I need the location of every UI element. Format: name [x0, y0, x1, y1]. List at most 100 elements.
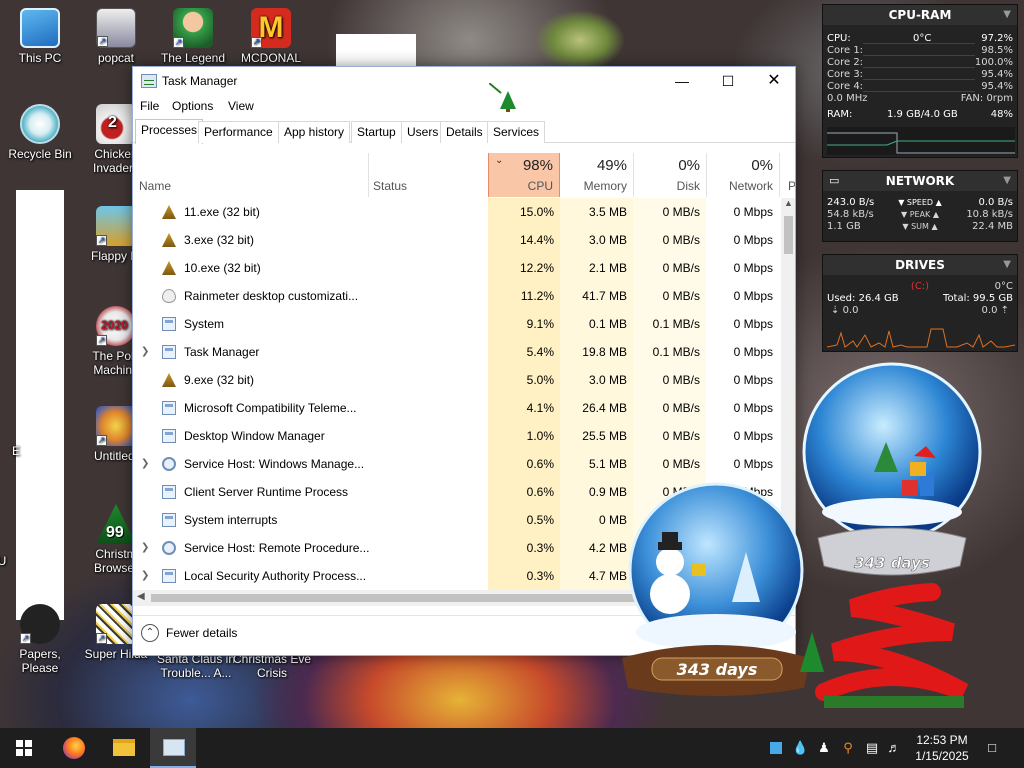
- rainmeter-tray-icon[interactable]: [768, 740, 784, 756]
- scrollbar-thumb[interactable]: [784, 216, 793, 254]
- menu-file[interactable]: File: [140, 99, 159, 113]
- expand-chevron-icon[interactable]: ❯: [141, 346, 149, 357]
- disk-value: 0.1 MB/s: [652, 317, 700, 331]
- chevron-up-icon[interactable]: ⌃: [141, 624, 159, 642]
- expand-chevron-icon[interactable]: ❯: [141, 570, 149, 581]
- tab-services[interactable]: Services: [487, 121, 546, 143]
- process-name: System interrupts: [184, 513, 278, 527]
- windows-logo-icon: [16, 740, 32, 756]
- minimize-button[interactable]: —: [659, 67, 705, 95]
- desktop-icon-the-legend[interactable]: ↗ The Legend: [158, 8, 228, 65]
- expand-chevron-icon[interactable]: ❯: [141, 542, 149, 553]
- scroll-up-icon[interactable]: ▲: [784, 198, 793, 208]
- network-icon[interactable]: ▤: [864, 740, 880, 756]
- close-button[interactable]: ✕: [751, 67, 795, 95]
- disk-value: 0 MB/s: [662, 261, 700, 275]
- network-value: 0 Mbps: [733, 317, 773, 331]
- desktop-icon-christmas-eve-crisis[interactable]: Christmas Eve Crisis: [232, 652, 312, 680]
- raindrop-icon[interactable]: 💧: [792, 740, 808, 756]
- gear-icon: [162, 457, 176, 471]
- tab-users[interactable]: Users: [401, 121, 445, 143]
- people-icon[interactable]: ♟: [816, 740, 832, 756]
- political-machine-icon: 2020 ↗: [96, 306, 136, 346]
- file-explorer-taskbar-button[interactable]: [100, 728, 146, 768]
- untitled-game-icon: ↗: [96, 406, 136, 446]
- desktop-icon-u[interactable]: U: [0, 554, 32, 568]
- notifications-icon[interactable]: □: [982, 740, 1002, 756]
- process-row[interactable]: 11.exe (32 bit) 15.0% 3.5 MB 0 MB/s 0 Mbps: [133, 198, 781, 226]
- process-row[interactable]: Rainmeter desktop customizati... 11.2% 41.…: [133, 282, 781, 310]
- cpu-value: 0.3%: [526, 569, 554, 583]
- start-button[interactable]: [0, 728, 46, 768]
- menu-options[interactable]: Options: [172, 99, 213, 113]
- desktop-icon-santa-claus[interactable]: Santa Claus in Trouble... A...: [152, 652, 240, 680]
- tab-details[interactable]: Details: [440, 121, 489, 143]
- expand-chevron-icon[interactable]: ❯: [141, 458, 149, 469]
- chevron-down-icon[interactable]: ▼: [1003, 171, 1011, 191]
- process-name: 9.exe (32 bit): [184, 373, 255, 387]
- maximize-button[interactable]: ☐: [705, 67, 751, 95]
- search-icon[interactable]: ⚲: [840, 740, 856, 756]
- process-row[interactable]: 9.exe (32 bit) 5.0% 3.0 MB 0 MB/s 0 Mbps: [133, 366, 781, 394]
- process-row[interactable]: Desktop Window Manager 1.0% 25.5 MB 0 MB/s 0…: [133, 422, 781, 450]
- header-cpu[interactable]: ⌄ 98% CPU: [488, 153, 560, 197]
- cpu-value: 1.0%: [526, 429, 554, 443]
- chevron-down-icon[interactable]: ▼: [1003, 5, 1011, 25]
- menu-view[interactable]: View: [228, 99, 254, 113]
- scroll-left-icon[interactable]: ◀: [137, 591, 145, 602]
- desktop-icon-papers-please[interactable]: ↗ Papers, Please: [2, 604, 78, 675]
- white-box: [336, 34, 416, 68]
- process-row[interactable]: Microsoft Compatibility Teleme... 4.1% 26.…: [133, 394, 781, 422]
- desktop-icon-popcat[interactable]: ↗ popcat: [78, 8, 154, 65]
- header-memory[interactable]: 49% Memory: [560, 153, 633, 197]
- process-name: Client Server Runtime Process: [184, 485, 349, 499]
- process-row[interactable]: 3.exe (32 bit) 14.4% 3.0 MB 0 MB/s 0 Mbps: [133, 226, 781, 254]
- process-row[interactable]: ❯ Task Manager 5.4% 19.8 MB 0.1 MB/s 0 Mbps: [133, 338, 781, 366]
- exe-icon: [162, 373, 176, 387]
- firefox-taskbar-button[interactable]: [50, 728, 96, 768]
- process-name: Desktop Window Manager: [184, 429, 325, 443]
- header-status[interactable]: Status: [369, 153, 488, 197]
- network-sum-row: 1.1 GB ▼ SUM ▲ 22.4 MB: [827, 221, 1013, 232]
- tab-processes[interactable]: Processes: [135, 119, 204, 144]
- desktop-icon-this-pc[interactable]: This PC: [2, 8, 78, 65]
- process-row[interactable]: 10.exe (32 bit) 12.2% 2.1 MB 0 MB/s 0 Mbps: [133, 254, 781, 282]
- desktop-icon-e[interactable]: E: [0, 444, 46, 458]
- tab-app-history[interactable]: App history: [278, 121, 351, 143]
- fewer-details-link[interactable]: Fewer details: [166, 626, 237, 640]
- widget-title: DRIVES ▼: [823, 255, 1017, 275]
- network-value: 0 Mbps: [733, 457, 773, 471]
- memory-value: 3.5 MB: [588, 205, 627, 219]
- drives-widget: DRIVES ▼ (C:) 0°C Used: 26.4 GB Total: 9…: [822, 254, 1018, 352]
- process-name: Rainmeter desktop customizati...: [184, 289, 359, 303]
- header-overflow[interactable]: P: [780, 153, 795, 197]
- system-clock[interactable]: 12:53 PM 1/15/2025: [910, 732, 974, 764]
- network-value: 0 Mbps: [733, 205, 773, 219]
- header-name[interactable]: Name: [133, 153, 368, 197]
- chevron-down-icon[interactable]: ▼: [1003, 255, 1011, 275]
- header-network[interactable]: 0% Network: [706, 153, 779, 197]
- memory-value: 26.4 MB: [582, 401, 627, 415]
- system-icon: [162, 513, 176, 527]
- system-icon: [162, 569, 176, 583]
- title-bar[interactable]: Task Manager — ☐ ✕: [133, 67, 795, 95]
- task-manager-icon: [163, 739, 185, 756]
- network-speed-row: 243.0 B/s ▼ SPEED ▲ 0.0 B/s: [827, 197, 1013, 208]
- network-value: 0 Mbps: [733, 261, 773, 275]
- exe-icon: [162, 261, 176, 275]
- process-row[interactable]: ❯ Service Host: Windows Manage... 0.6% 5.1 …: [133, 450, 781, 478]
- desktop-icon-mcdonalds[interactable]: M ↗ MCDONAL: [234, 8, 308, 65]
- task-manager-taskbar-button[interactable]: [150, 728, 196, 768]
- core-row: Core 4: 95.4%: [827, 81, 1013, 92]
- header-disk[interactable]: 0% Disk: [633, 153, 706, 197]
- desktop-icon-recycle-bin[interactable]: Recycle Bin: [2, 104, 78, 161]
- network-value: 0 Mbps: [733, 429, 773, 443]
- window-title: Task Manager: [162, 74, 238, 88]
- tab-performance[interactable]: Performance: [198, 121, 279, 143]
- volume-icon[interactable]: ♬: [886, 740, 902, 756]
- disk-value: 0 MB/s: [662, 429, 700, 443]
- desktop-icon-label: Santa Claus in Trouble... A...: [156, 652, 236, 680]
- tab-startup[interactable]: Startup: [351, 121, 402, 143]
- column-header: Name Status ⌄ 98% CPU 49% Memory 0% Disk…: [133, 153, 795, 197]
- process-row[interactable]: System 9.1% 0.1 MB 0.1 MB/s 0 Mbps: [133, 310, 781, 338]
